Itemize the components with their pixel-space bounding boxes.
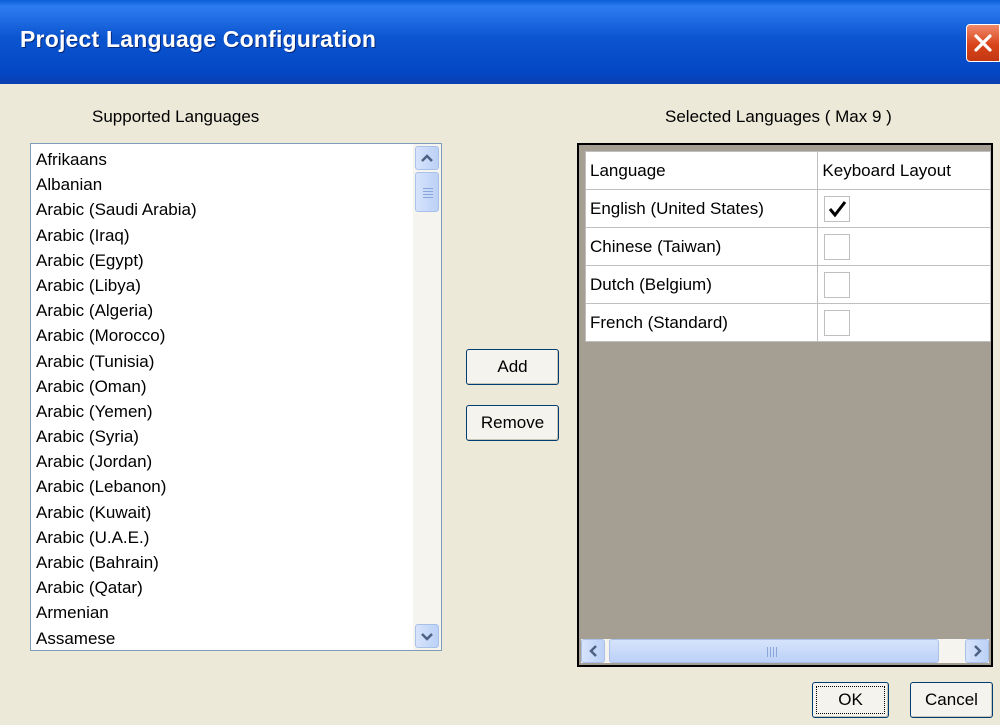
list-item[interactable]: Arabic (Tunisia) xyxy=(36,350,197,375)
list-item[interactable]: Arabic (Oman) xyxy=(36,375,197,400)
list-item[interactable]: Arabic (Yemen) xyxy=(36,400,197,425)
scroll-up-button[interactable] xyxy=(415,146,439,170)
keyboard-layout-checkbox[interactable] xyxy=(824,233,851,260)
chevron-down-icon xyxy=(421,633,433,641)
list-item[interactable]: Arabic (Saudi Arabia) xyxy=(36,198,197,223)
list-item[interactable]: Arabic (Syria) xyxy=(36,425,197,450)
keyboard-layout-checkbox[interactable] xyxy=(824,309,851,336)
language-cell[interactable]: Chinese (Taiwan) xyxy=(584,227,819,266)
selected-languages-label: Selected Languages ( Max 9 ) xyxy=(665,107,892,126)
list-item[interactable]: Arabic (Qatar) xyxy=(36,576,197,601)
list-item[interactable]: Arabic (U.A.E.) xyxy=(36,526,197,551)
list-item[interactable]: Arabic (Egypt) xyxy=(36,249,197,274)
keyboard-layout-cell xyxy=(817,189,991,228)
keyboard-layout-checkbox[interactable] xyxy=(824,271,851,298)
add-button[interactable]: Add xyxy=(466,349,559,385)
remove-button[interactable]: Remove xyxy=(466,405,559,441)
keyboard-layout-checkbox[interactable] xyxy=(824,195,851,222)
list-item[interactable]: Arabic (Libya) xyxy=(36,274,197,299)
table-row[interactable]: French (Standard) xyxy=(584,303,991,342)
checkmark-icon xyxy=(829,200,847,217)
cancel-button[interactable]: Cancel xyxy=(910,682,993,718)
title-bar[interactable]: Project Language Configuration xyxy=(0,0,1000,84)
window-title: Project Language Configuration xyxy=(20,26,377,52)
list-item[interactable]: Afrikaans xyxy=(36,148,197,173)
list-item[interactable]: Arabic (Algeria) xyxy=(36,299,197,324)
vertical-scrollbar[interactable] xyxy=(413,144,441,650)
column-header-language[interactable]: Language xyxy=(584,151,819,190)
keyboard-layout-cell xyxy=(817,265,991,304)
table-header-row: Language Keyboard Layout xyxy=(584,151,991,190)
ok-button[interactable]: OK xyxy=(812,682,889,718)
supported-languages-list[interactable]: Afrikaans Albanian Arabic (Saudi Arabia) Ar… xyxy=(30,143,442,651)
selected-languages-table: Language Keyboard Layout English (United… xyxy=(584,151,991,342)
language-cell[interactable]: French (Standard) xyxy=(584,303,819,342)
list-item[interactable]: Arabic (Iraq) xyxy=(36,224,197,249)
selected-languages-grid[interactable]: Language Keyboard Layout English (United… xyxy=(577,143,993,667)
language-cell[interactable]: Dutch (Belgium) xyxy=(584,265,819,304)
dialog-window: Project Language Configuration Supported… xyxy=(0,0,1000,725)
list-item[interactable]: Arabic (Bahrain) xyxy=(36,551,197,576)
horizontal-scrollbar[interactable] xyxy=(581,639,989,663)
list-item[interactable]: Assamese xyxy=(36,627,197,650)
supported-languages-label: Supported Languages xyxy=(92,107,260,126)
scroll-left-button[interactable] xyxy=(581,639,605,663)
list-item[interactable]: Arabic (Jordan) xyxy=(36,450,197,475)
close-icon xyxy=(974,34,992,52)
list-item[interactable]: Armenian xyxy=(36,601,197,626)
language-cell[interactable]: English (United States) xyxy=(584,189,819,228)
chevron-right-icon xyxy=(974,645,982,657)
close-button[interactable] xyxy=(966,24,1000,62)
list-item[interactable]: Arabic (Kuwait) xyxy=(36,501,197,526)
scroll-down-button[interactable] xyxy=(415,624,439,648)
table-row[interactable]: English (United States) xyxy=(584,189,991,228)
scroll-thumb[interactable] xyxy=(415,172,439,212)
table-row[interactable]: Dutch (Belgium) xyxy=(584,265,991,304)
table-row[interactable]: Chinese (Taiwan) xyxy=(584,227,991,266)
column-header-keyboard-layout[interactable]: Keyboard Layout xyxy=(817,151,991,190)
list-item[interactable]: Albanian xyxy=(36,173,197,198)
chevron-left-icon xyxy=(589,645,597,657)
scroll-right-button[interactable] xyxy=(965,639,989,663)
list-item[interactable]: Arabic (Morocco) xyxy=(36,324,197,349)
list-item[interactable]: Arabic (Lebanon) xyxy=(36,475,197,500)
keyboard-layout-cell xyxy=(817,303,991,342)
keyboard-layout-cell xyxy=(817,227,991,266)
horizontal-scroll-thumb[interactable] xyxy=(609,639,939,663)
chevron-up-icon xyxy=(421,154,433,162)
